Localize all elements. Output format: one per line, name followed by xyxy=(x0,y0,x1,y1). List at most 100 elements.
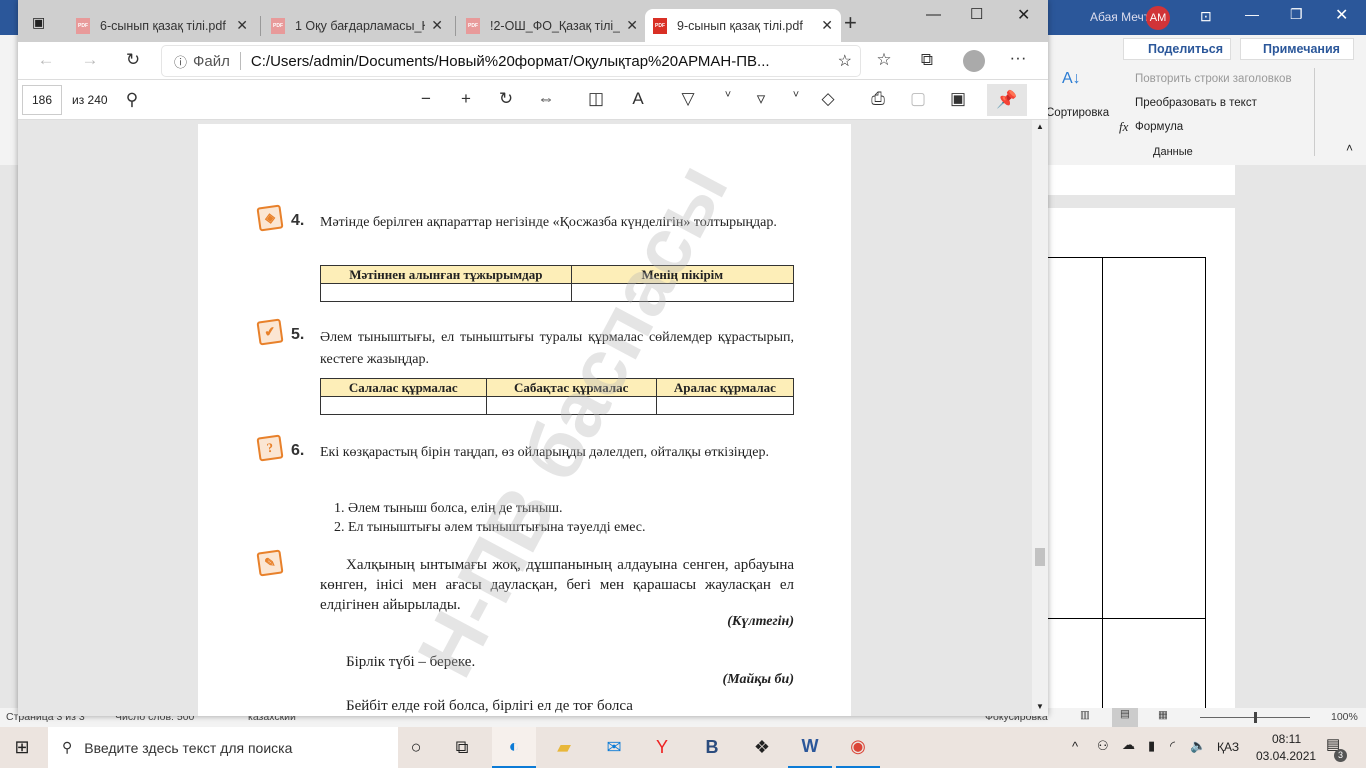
zoom-out-icon[interactable]: − xyxy=(414,89,438,109)
dropbox-icon[interactable]: ❖ xyxy=(740,727,784,768)
forward-icon[interactable]: → xyxy=(78,50,102,70)
info-icon[interactable]: ⓘ xyxy=(174,52,187,71)
avatar[interactable]: АМ xyxy=(1146,6,1170,30)
yandex-icon[interactable]: Y xyxy=(640,727,684,768)
close-tab-icon[interactable]: ✕ xyxy=(821,17,833,34)
back-icon[interactable]: ← xyxy=(34,50,58,70)
maximize-icon[interactable]: ☐ xyxy=(970,5,983,23)
print-icon[interactable]: ⎙ xyxy=(866,89,890,109)
comments-button[interactable]: Примечания xyxy=(1240,38,1354,60)
read-aloud-icon[interactable]: A xyxy=(626,89,650,109)
save-icon[interactable]: ▢ xyxy=(906,89,930,109)
file-explorer-icon[interactable]: ▰ xyxy=(542,727,586,768)
chrome-icon[interactable]: ◉ xyxy=(836,727,880,768)
restore-icon[interactable]: ❐ xyxy=(1290,6,1303,23)
sentences-table: Салалас құрмалас Сабақтас құрмалас Аралас … xyxy=(320,378,795,415)
convert-to-text-button[interactable]: Преобразовать в текст xyxy=(1135,97,1257,109)
page-view-icon[interactable]: ◫ xyxy=(584,89,608,109)
rotate-icon[interactable]: ↻ xyxy=(494,89,518,109)
minimize-icon[interactable]: — xyxy=(1245,6,1259,22)
diary-table: Мәтіннен алынған тұжырымдар Менің пікірім xyxy=(320,265,795,302)
close-tab-icon[interactable]: ✕ xyxy=(431,17,443,34)
table-header: Сабақтас құрмалас xyxy=(485,378,657,397)
save-as-icon[interactable]: ▣ xyxy=(946,89,970,109)
word-icon[interactable]: W xyxy=(788,727,832,768)
divider xyxy=(1314,68,1315,156)
print-layout-icon[interactable]: ▤ xyxy=(1112,708,1138,727)
page-number-input[interactable]: 186 xyxy=(22,85,62,115)
search-box[interactable]: ⚲ Введите здесь текст для поиска xyxy=(48,727,398,768)
scroll-down-icon[interactable]: ▼ xyxy=(1036,702,1044,711)
tab-1[interactable]: PDF 6-сынып қазақ тілі.pdf ✕ xyxy=(68,9,256,42)
onedrive-icon[interactable]: ☁ xyxy=(1122,737,1135,753)
battery-icon[interactable]: ▮ xyxy=(1148,738,1155,754)
quote-text: Халқының ынтымағы жоқ, дұшпанының алдауы… xyxy=(320,557,794,613)
table-cell xyxy=(570,283,795,302)
tab-2[interactable]: PDF 1 Оқу бағдарламасы_Қ ✕ xyxy=(263,9,451,42)
tab-actions-icon[interactable]: ▣ xyxy=(32,14,45,31)
favorites-icon[interactable]: ☆ xyxy=(872,50,896,70)
new-tab-icon[interactable]: + xyxy=(844,10,857,36)
mail-icon[interactable]: ✉ xyxy=(592,727,636,768)
edge-icon[interactable]: ◐ xyxy=(492,727,536,768)
close-icon[interactable]: ✕ xyxy=(1335,5,1348,25)
scrollbar[interactable]: ▲ ▼ xyxy=(1032,120,1048,716)
table-header: Аралас құрмалас xyxy=(655,378,795,397)
start-icon[interactable]: ⊞ xyxy=(0,727,44,768)
fit-width-icon[interactable]: ⇔ xyxy=(534,89,558,109)
divider xyxy=(239,52,241,70)
volume-icon[interactable]: 🔈 xyxy=(1190,738,1206,754)
clock-time[interactable]: 08:11 xyxy=(1272,732,1301,746)
highlight-icon[interactable]: ▿ xyxy=(749,89,773,109)
add-favorite-icon[interactable]: ☆ xyxy=(838,51,852,71)
zoom-in-icon[interactable]: + xyxy=(454,89,478,109)
minimize-icon[interactable]: — xyxy=(926,6,941,23)
refresh-icon[interactable]: ↻ xyxy=(121,50,145,70)
zoom-level[interactable]: 100% xyxy=(1331,711,1358,723)
formula-button[interactable]: Формула xyxy=(1135,121,1183,133)
chevron-down-icon[interactable]: ˅ xyxy=(784,89,808,101)
app-b-icon[interactable]: B xyxy=(690,727,734,768)
more-icon[interactable]: ··· xyxy=(1006,48,1030,68)
close-tab-icon[interactable]: ✕ xyxy=(626,17,638,34)
input-language[interactable]: ҚАЗ xyxy=(1217,740,1239,754)
search-icon[interactable]: ⚲ xyxy=(120,90,144,110)
chevron-down-icon[interactable]: ˅ xyxy=(716,89,740,101)
pdf-icon: PDF xyxy=(653,17,667,34)
table-cell xyxy=(485,396,657,415)
zoom-slider-thumb[interactable] xyxy=(1254,712,1257,723)
cortana-icon[interactable]: ○ xyxy=(394,727,438,768)
show-hidden-icons[interactable]: ^ xyxy=(1072,739,1078,754)
taskbar: ⊞ ⚲ Введите здесь текст для поиска ○ ⧉ ◐ … xyxy=(0,727,1366,768)
web-layout-icon[interactable]: ▦ xyxy=(1158,709,1168,721)
address-bar[interactable]: ⓘ Файл C:/Users/admin/Documents/Новый%20… xyxy=(162,46,860,76)
tray-icon[interactable]: ⚇ xyxy=(1097,738,1109,754)
share-button[interactable]: Поделиться xyxy=(1123,38,1231,60)
ribbon-display-icon[interactable]: ⊡ xyxy=(1200,8,1212,25)
table-header: Салалас құрмалас xyxy=(320,378,487,397)
notification-count: 3 xyxy=(1334,749,1347,762)
pdf-icon: PDF xyxy=(271,17,285,34)
formula-icon: fx xyxy=(1119,119,1129,134)
scroll-up-icon[interactable]: ▲ xyxy=(1036,122,1044,131)
profile-icon[interactable] xyxy=(963,50,985,72)
clock-date[interactable]: 03.04.2021 xyxy=(1256,749,1316,763)
read-mode-icon[interactable]: ▥ xyxy=(1080,709,1090,721)
url-text[interactable]: C:/Users/admin/Documents/Новый%20формат/… xyxy=(251,53,770,70)
tab-4-active[interactable]: PDF 9-сынып қазақ тілі.pdf ✕ xyxy=(645,9,841,42)
tab-3[interactable]: PDF !2-ОШ_ФО_Қазақ тілі_Т ✕ xyxy=(458,9,646,42)
scrollbar-thumb[interactable] xyxy=(1035,548,1045,566)
pin-toolbar-icon[interactable]: 📌 xyxy=(987,84,1027,116)
draw-icon[interactable]: ▽ xyxy=(676,89,700,109)
eraser-icon[interactable]: ◇ xyxy=(816,89,840,109)
tab-label: 9-сынып қазақ тілі.pdf xyxy=(677,18,803,33)
task-view-icon[interactable]: ⧉ xyxy=(440,727,484,768)
collections-icon[interactable]: ⧉ xyxy=(915,50,939,70)
wifi-icon[interactable]: ◜ xyxy=(1170,738,1175,754)
repeat-headers-button[interactable]: Повторить строки заголовков xyxy=(1135,73,1292,85)
close-window-icon[interactable]: ✕ xyxy=(1017,5,1030,25)
sort-button[interactable]: Сортировка xyxy=(1046,107,1109,119)
close-tab-icon[interactable]: ✕ xyxy=(236,17,248,34)
tab-label: 6-сынып қазақ тілі.pdf xyxy=(100,18,226,33)
collapse-ribbon-icon[interactable]: ˄ xyxy=(1346,141,1353,155)
